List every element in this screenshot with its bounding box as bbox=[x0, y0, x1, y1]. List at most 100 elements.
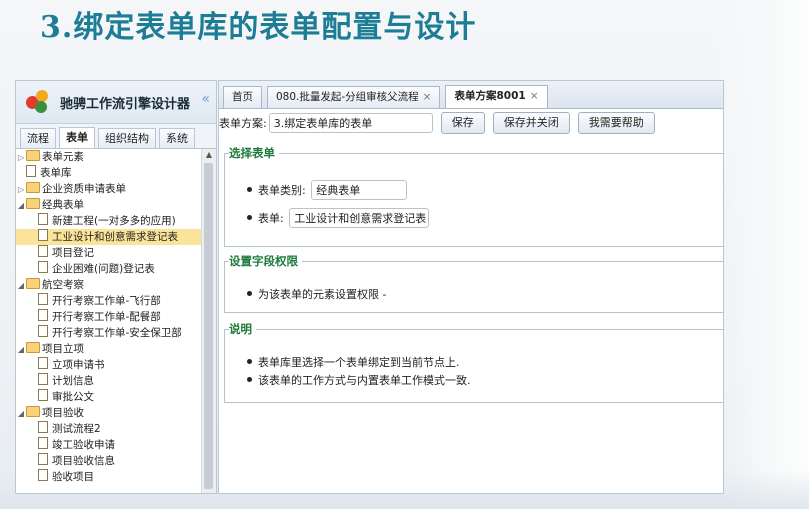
scheme-input[interactable]: 3.绑定表单库的表单 bbox=[268, 113, 433, 133]
tree-node[interactable]: 表单库 bbox=[16, 165, 201, 181]
description-title: 说明 bbox=[229, 321, 256, 337]
field-permission-section: 设置字段权限 为该表单的元素设置权限 - bbox=[224, 253, 723, 313]
tree-node-label: 开行考察工作单-飞行部 bbox=[52, 295, 161, 307]
folder-icon bbox=[26, 278, 40, 289]
collapse-panel-icon[interactable]: « bbox=[201, 91, 210, 107]
background-fade bbox=[709, 0, 809, 509]
tree-node-label: 表单元素 bbox=[42, 151, 84, 163]
tree-node[interactable]: 测试流程2 bbox=[16, 421, 201, 437]
tree-node-label: 开行考察工作单-安全保卫部 bbox=[52, 327, 182, 339]
close-tab-icon[interactable]: × bbox=[423, 91, 432, 103]
document-icon bbox=[38, 309, 48, 321]
tree-node-label: 经典表单 bbox=[42, 199, 84, 211]
expand-icon[interactable]: ▷ bbox=[16, 182, 26, 198]
folder-icon bbox=[26, 406, 40, 417]
form-select[interactable]: 工业设计和创意需求登记表 bbox=[289, 208, 430, 228]
tree-node-label: 审批公文 bbox=[52, 391, 94, 403]
expand-icon[interactable]: ◢ bbox=[16, 278, 26, 294]
tree-node[interactable]: 验收项目 bbox=[16, 469, 201, 485]
tree-node[interactable]: ◢ 项目立项 bbox=[16, 341, 201, 357]
tree-node-label: 开行考察工作单-配餐部 bbox=[52, 311, 161, 323]
tab-flow-080[interactable]: 080.批量发起-分组审核父流程 × bbox=[267, 86, 441, 108]
expand-icon[interactable]: ◢ bbox=[16, 406, 26, 422]
tree-node-label: 表单库 bbox=[40, 167, 72, 179]
document-icon bbox=[38, 437, 48, 449]
expand-icon[interactable]: ◢ bbox=[16, 198, 26, 214]
document-icon bbox=[38, 293, 48, 305]
tree-node[interactable]: 立项申请书 bbox=[16, 357, 201, 373]
permission-item[interactable]: 为该表单的元素设置权限 - bbox=[247, 286, 386, 302]
tree-node[interactable]: 项目登记 bbox=[16, 245, 201, 261]
folder-icon bbox=[26, 342, 40, 353]
permission-link[interactable]: 为该表单的元素设置权限 - bbox=[258, 288, 386, 301]
document-icon bbox=[38, 229, 48, 241]
help-button[interactable]: 我需要帮助 bbox=[577, 112, 655, 134]
expand-icon[interactable]: ◢ bbox=[16, 342, 26, 358]
tree-node-label: 新建工程(一对多多的应用) bbox=[52, 215, 176, 227]
tree-node-label: 项目验收信息 bbox=[52, 455, 115, 467]
tree-node-label: 测试流程2 bbox=[52, 423, 101, 435]
category-row: 表单类别: 经典表单 bbox=[247, 180, 408, 200]
sidebar-tabs: 流程 表单 组织结构 系统 bbox=[16, 124, 216, 149]
scroll-thumb[interactable] bbox=[204, 163, 213, 489]
document-icon bbox=[38, 245, 48, 257]
document-icon bbox=[38, 469, 48, 481]
scheme-row: 表单方案: 3.绑定表单库的表单 保存 保存并关闭 我需要帮助 bbox=[219, 111, 655, 135]
document-icon bbox=[38, 453, 48, 465]
tab-system[interactable]: 系统 bbox=[159, 128, 195, 148]
tree-node[interactable]: ◢ 航空考察 bbox=[16, 277, 201, 293]
tab-form-scheme[interactable]: 表单方案8001 × bbox=[445, 85, 548, 108]
select-form-section: 选择表单 表单类别: 经典表单 表单: 工业设计和创意需求登记表 bbox=[224, 145, 723, 247]
tree-node[interactable]: ◢ 项目验收 bbox=[16, 405, 201, 421]
tree-node[interactable]: ▷ 表单元素 bbox=[16, 149, 201, 165]
document-icon bbox=[26, 165, 36, 177]
tree-node-label: 项目登记 bbox=[52, 247, 94, 259]
description-text: 表单库里选择一个表单绑定到当前节点上. bbox=[258, 356, 460, 369]
tree-node[interactable]: 新建工程(一对多多的应用) bbox=[16, 213, 201, 229]
description-section: 说明 表单库里选择一个表单绑定到当前节点上. 该表单的工作方式与内置表单工作模式… bbox=[224, 321, 723, 403]
document-icon bbox=[38, 213, 48, 225]
tree-node[interactable]: 审批公文 bbox=[16, 389, 201, 405]
form-row: 表单: 工业设计和创意需求登记表 bbox=[247, 208, 430, 228]
tree-node[interactable]: ◢ 经典表单 bbox=[16, 197, 201, 213]
designer-sidebar: 驰骋工作流引擎设计器 « 流程 表单 组织结构 系统 ▷ 表单元素 表单库 ▷ 企业资质… bbox=[15, 80, 217, 494]
tab-scheme-label: 表单方案8001 bbox=[454, 90, 526, 102]
tree-node[interactable]: 开行考察工作单-配餐部 bbox=[16, 309, 201, 325]
tree-node-label: 工业设计和创意需求登记表 bbox=[52, 231, 178, 243]
document-tabs: 首页 080.批量发起-分组审核父流程 × 表单方案8001 × bbox=[219, 81, 723, 109]
tab-form[interactable]: 表单 bbox=[59, 127, 95, 148]
tree-node[interactable]: 工业设计和创意需求登记表 bbox=[16, 229, 201, 245]
document-icon bbox=[38, 389, 48, 401]
scroll-up-icon[interactable]: ▲ bbox=[202, 149, 216, 161]
folder-icon bbox=[26, 150, 40, 161]
tree-node-label: 企业困难(问题)登记表 bbox=[52, 263, 155, 275]
tree-node[interactable]: 竣工验收申请 bbox=[16, 437, 201, 453]
tree-node-label: 立项申请书 bbox=[52, 359, 105, 371]
tab-flow[interactable]: 流程 bbox=[20, 128, 56, 148]
folder-icon bbox=[26, 198, 40, 209]
slide-title: 3.绑定表单库的表单配置与设计 bbox=[40, 10, 477, 45]
tree-node[interactable]: 开行考察工作单-飞行部 bbox=[16, 293, 201, 309]
form-scheme-panel: 首页 080.批量发起-分组审核父流程 × 表单方案8001 × 表单方案: 3.绑… bbox=[218, 80, 724, 494]
tree-scrollbar[interactable]: ▲ bbox=[201, 149, 216, 493]
expand-icon[interactable]: ▷ bbox=[16, 150, 26, 166]
tab-flow-label: 080.批量发起-分组审核父流程 bbox=[276, 91, 419, 103]
save-button[interactable]: 保存 bbox=[440, 112, 485, 134]
close-tab-icon[interactable]: × bbox=[530, 90, 539, 102]
form-label: 表单: bbox=[258, 212, 284, 225]
tree-node[interactable]: ▷ 企业资质申请表单 bbox=[16, 181, 201, 197]
document-icon bbox=[38, 421, 48, 433]
tab-home[interactable]: 首页 bbox=[223, 86, 262, 108]
tree-node-label: 竣工验收申请 bbox=[52, 439, 115, 451]
tab-org[interactable]: 组织结构 bbox=[98, 128, 156, 148]
tree-node[interactable]: 开行考察工作单-安全保卫部 bbox=[16, 325, 201, 341]
tree-node[interactable]: 企业困难(问题)登记表 bbox=[16, 261, 201, 277]
scheme-label: 表单方案: bbox=[219, 117, 267, 130]
description-item: 表单库里选择一个表单绑定到当前节点上. bbox=[247, 354, 460, 370]
save-close-button[interactable]: 保存并关闭 bbox=[492, 112, 570, 134]
category-select[interactable]: 经典表单 bbox=[311, 180, 408, 200]
tree-node-label: 企业资质申请表单 bbox=[42, 183, 126, 195]
tree-node-label: 项目立项 bbox=[42, 343, 84, 355]
tree-node[interactable]: 项目验收信息 bbox=[16, 453, 201, 469]
tree-node[interactable]: 计划信息 bbox=[16, 373, 201, 389]
